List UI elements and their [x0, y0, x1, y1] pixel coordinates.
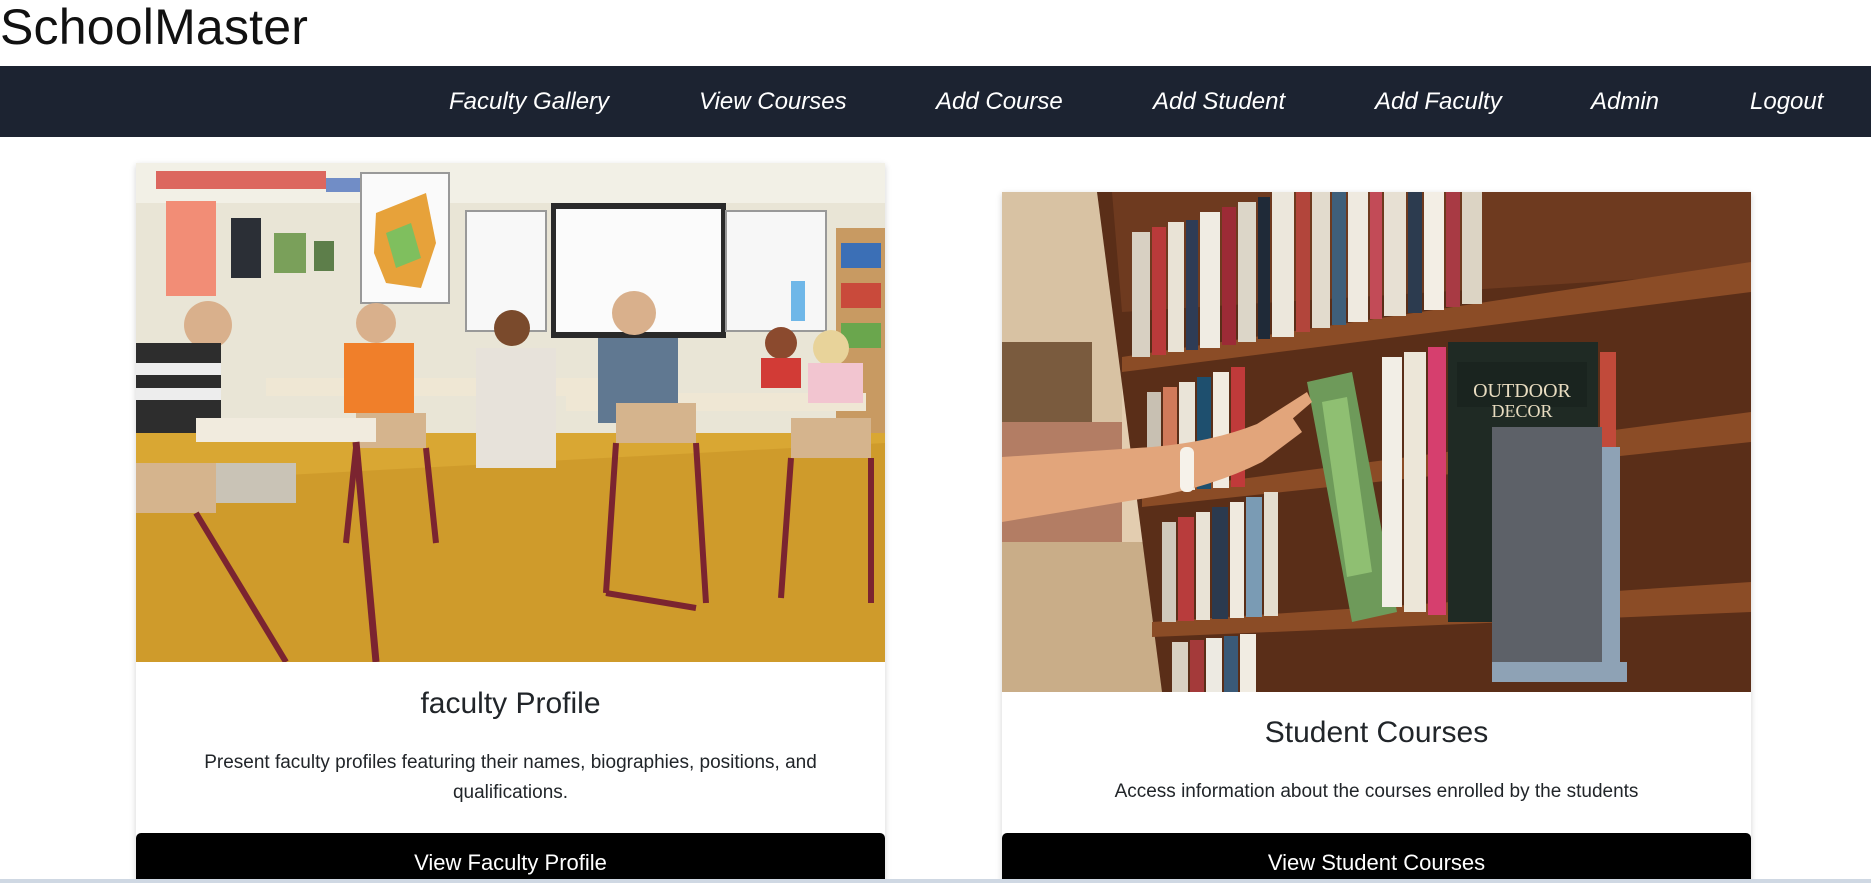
page-bottom-edge [0, 879, 1871, 883]
nav-add-course[interactable]: Add Course [936, 66, 1063, 137]
card-description: Present faculty profiles featuring their… [204, 752, 817, 803]
page: SchoolMaster Faculty Gallery View Course… [0, 0, 1871, 883]
svg-text:DECOR: DECOR [1491, 401, 1552, 421]
nav-view-courses[interactable]: View Courses [699, 66, 847, 137]
nav-add-faculty[interactable]: Add Faculty [1375, 66, 1502, 137]
student-courses-card: OUTDOOR DECOR Student Courses Access inf… [1002, 192, 1751, 883]
nav-admin[interactable]: Admin [1591, 66, 1659, 137]
nav-add-student[interactable]: Add Student [1153, 66, 1285, 137]
card-title: Student Courses [1264, 716, 1489, 749]
nav-logout[interactable]: Logout [1750, 66, 1823, 137]
brand-title[interactable]: SchoolMaster [0, 0, 308, 66]
classroom-photo [136, 163, 885, 662]
top-navbar: Faculty Gallery View Courses Add Course … [0, 66, 1871, 137]
view-student-courses-button[interactable]: View Student Courses [1002, 833, 1751, 883]
library-bookshelf-photo: OUTDOOR DECOR [1002, 192, 1751, 692]
faculty-profile-card: faculty Profile Present faculty profiles… [136, 163, 885, 883]
nav-faculty-gallery[interactable]: Faculty Gallery [449, 66, 609, 137]
svg-text:OUTDOOR: OUTDOOR [1473, 380, 1571, 402]
view-faculty-profile-button[interactable]: View Faculty Profile [136, 833, 885, 883]
card-description: Access information about the courses enr… [1114, 781, 1639, 802]
card-title: faculty Profile [420, 687, 601, 720]
